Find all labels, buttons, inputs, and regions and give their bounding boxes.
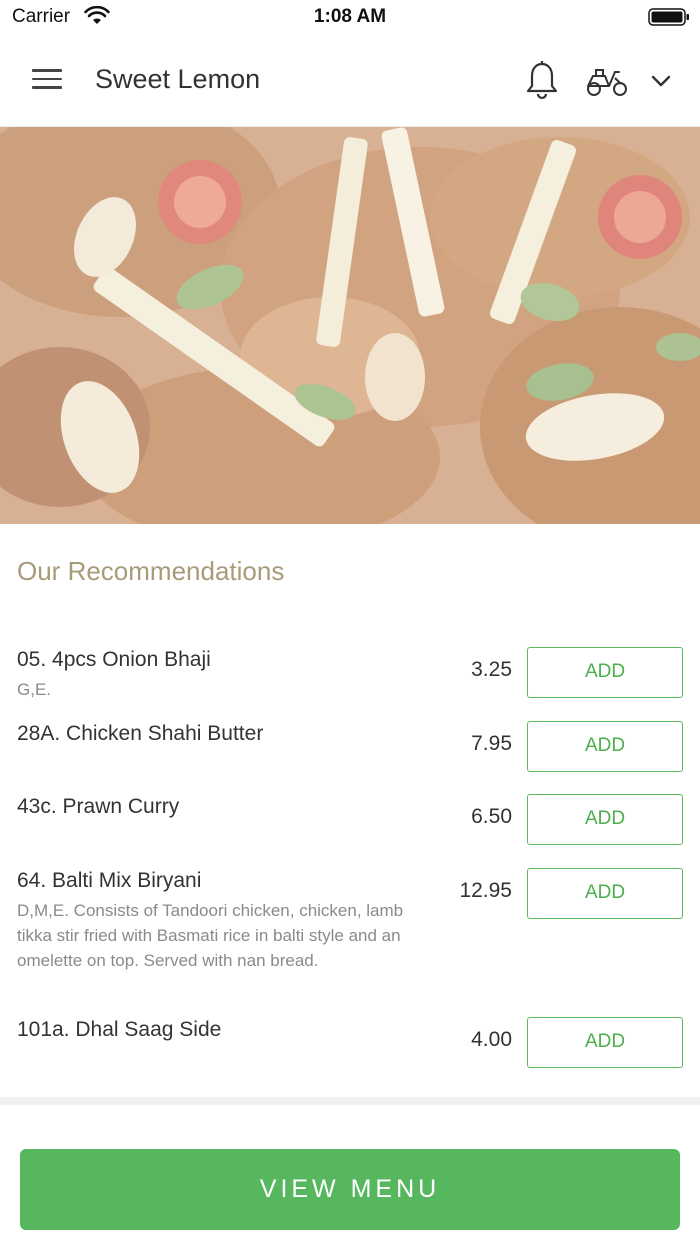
recommendations-title: Our Recommendations (17, 556, 285, 586)
item-price: 4.00 (471, 1028, 512, 1051)
chevron-down-icon[interactable] (648, 68, 674, 94)
status-bar: Carrier 1:08 AM (0, 0, 700, 34)
restaurant-title: Sweet Lemon (95, 64, 261, 94)
item-name: 28A. Chicken Shahi Butter (17, 722, 264, 745)
item-price: 3.25 (471, 658, 512, 681)
hero-food-image (0, 127, 700, 524)
item-price: 6.50 (471, 805, 512, 828)
add-button[interactable]: ADD (527, 647, 683, 698)
item-price: 12.95 (459, 879, 512, 902)
scooter-icon[interactable] (585, 64, 629, 98)
app-header: Sweet Lemon (0, 34, 700, 127)
add-button[interactable]: ADD (527, 794, 683, 845)
add-button[interactable]: ADD (527, 868, 683, 919)
section-divider (0, 1097, 700, 1105)
battery-icon (648, 8, 689, 26)
status-time: 1:08 AM (313, 6, 387, 27)
add-button[interactable]: ADD (527, 1017, 683, 1068)
item-name: 05. 4pcs Onion Bhaji (17, 648, 211, 671)
item-name: 101a. Dhal Saag Side (17, 1018, 222, 1041)
hamburger-icon[interactable] (32, 69, 62, 91)
item-name: 64. Balti Mix Biryani (17, 869, 202, 892)
bell-icon[interactable] (525, 60, 559, 100)
add-button[interactable]: ADD (527, 721, 683, 772)
item-description: D,M,E. Consists of Tandoori chicken, chi… (17, 901, 404, 970)
item-name: 43c. Prawn Curry (17, 795, 180, 818)
item-price: 7.95 (471, 732, 512, 755)
item-description: G,E. (17, 680, 52, 699)
view-menu-button[interactable]: VIEW MENU (20, 1149, 680, 1230)
